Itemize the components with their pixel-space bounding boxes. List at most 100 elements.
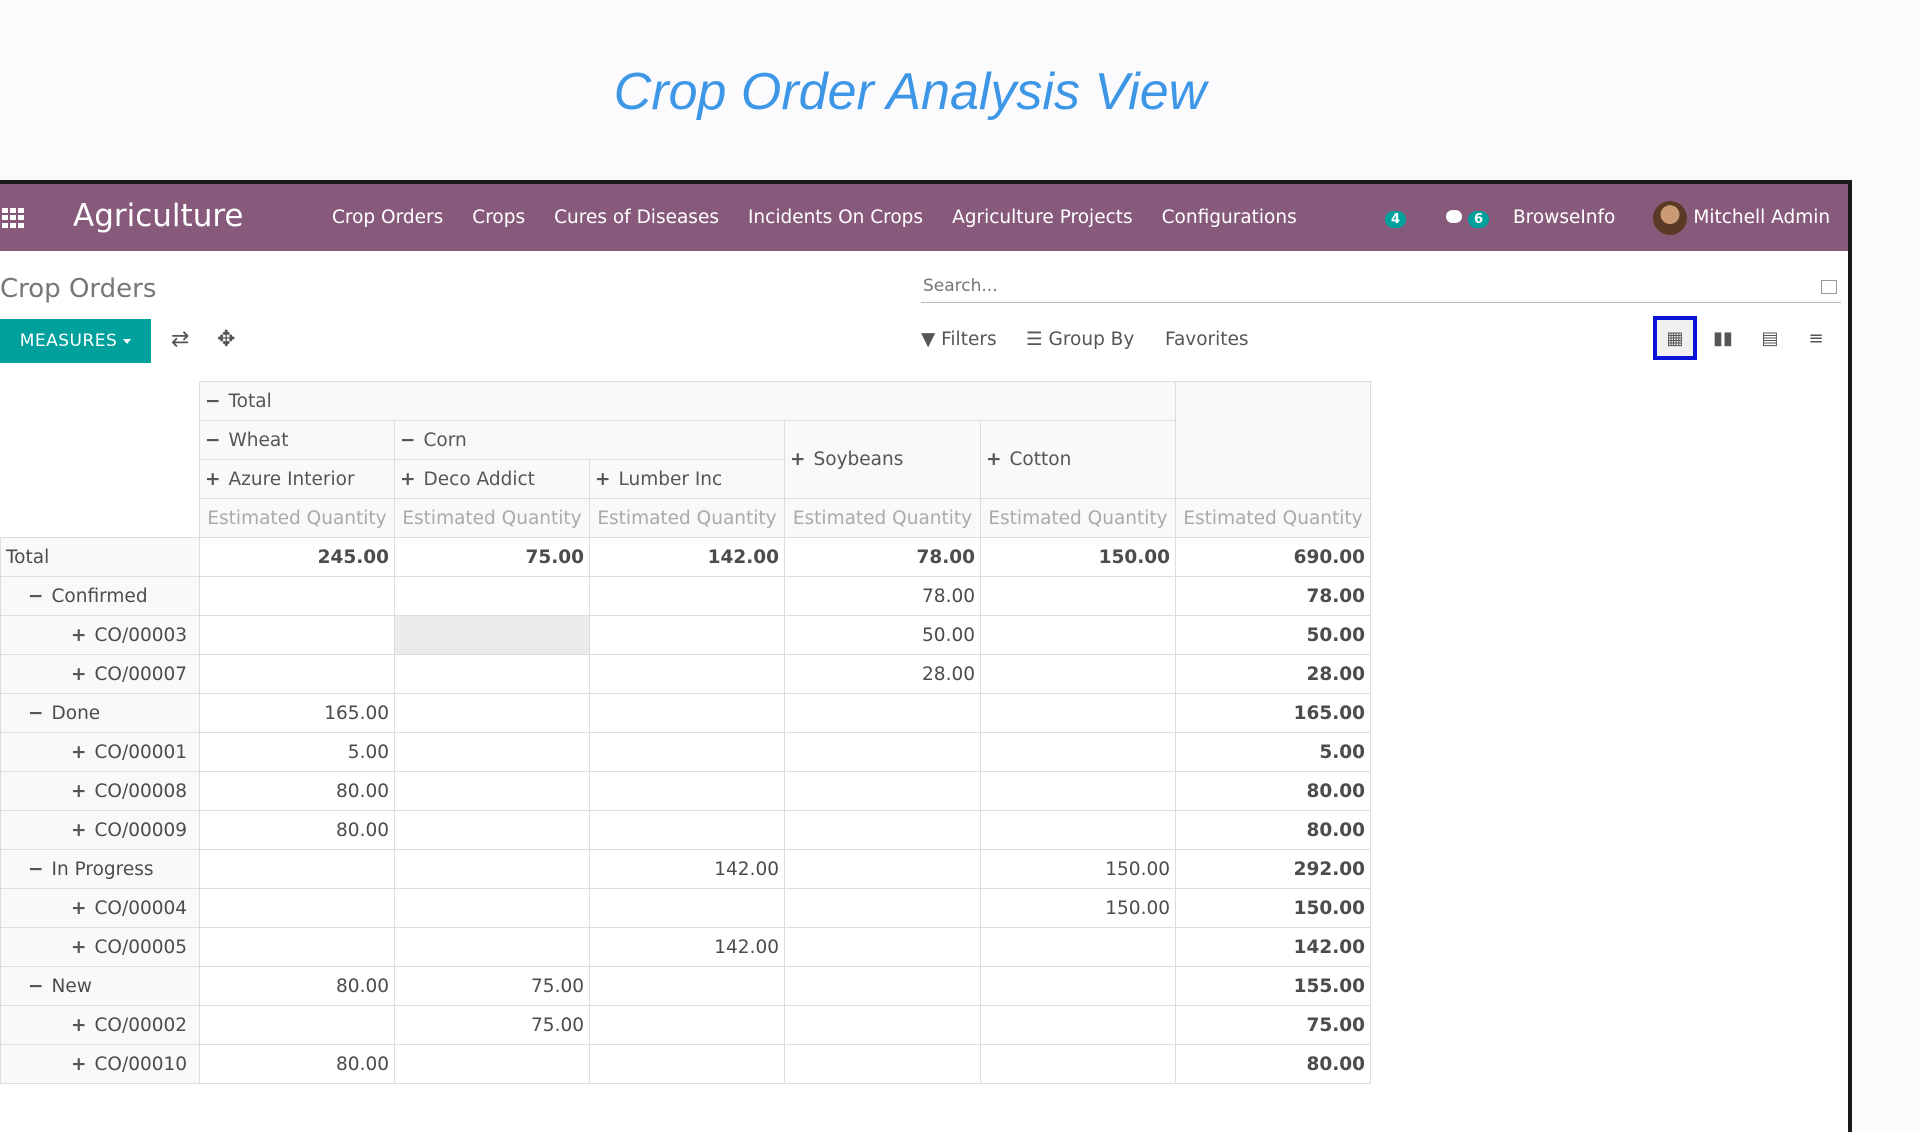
pivot-cell[interactable] [589,654,785,694]
pivot-cell[interactable]: 155.00 [1175,966,1371,1006]
list-view-button[interactable]: ≡ [1794,316,1838,360]
menu-incidents-on-crops[interactable]: Incidents On Crops [748,207,923,228]
pivot-cell[interactable]: 80.00 [1175,771,1371,811]
menu-configurations[interactable]: Configurations [1162,207,1297,228]
menu-cures-of-diseases[interactable]: Cures of Diseases [554,207,719,228]
pivot-cell[interactable]: 80.00 [199,966,395,1006]
pivot-cell[interactable] [784,1044,981,1084]
pivot-cell[interactable] [784,693,981,733]
pivot-cell[interactable] [784,888,981,928]
pivot-row-header[interactable]: + CO/00003 [0,615,200,655]
pivot-cell[interactable] [589,966,785,1006]
pivot-cell[interactable]: 28.00 [784,654,981,694]
pivot-cell[interactable] [394,654,590,694]
pivot-cell[interactable] [394,576,590,616]
pivot-cell[interactable]: 78.00 [1175,576,1371,616]
user-avatar[interactable] [1653,200,1688,235]
pivot-col-header-wheat[interactable]: − Wheat [199,420,395,460]
pivot-cell[interactable]: 75.00 [1175,1005,1371,1045]
pivot-row-header[interactable]: + CO/00004 [0,888,200,928]
pivot-cell[interactable] [980,771,1176,811]
pivot-cell[interactable] [980,1044,1176,1084]
pivot-col-header-lumber-inc[interactable]: + Lumber Inc [589,459,785,499]
pivot-cell[interactable]: 690.00 [1175,537,1371,577]
pivot-cell[interactable]: 75.00 [394,537,590,577]
pivot-cell[interactable] [589,771,785,811]
pivot-cell[interactable] [980,927,1176,967]
pivot-cell[interactable]: 28.00 [1175,654,1371,694]
pivot-cell[interactable]: 142.00 [589,537,785,577]
pivot-row-header[interactable]: − In Progress [0,849,200,889]
calendar-view-button[interactable]: ▤ [1748,316,1792,360]
pivot-row-header[interactable]: + CO/00007 [0,654,200,694]
pivot-cell[interactable]: 292.00 [1175,849,1371,889]
pivot-row-header[interactable]: + CO/00010 [0,1044,200,1084]
pivot-cell[interactable]: 80.00 [199,1044,395,1084]
pivot-cell[interactable] [784,810,981,850]
pivot-cell[interactable] [784,966,981,1006]
menu-crops[interactable]: Crops [472,207,525,228]
pivot-cell[interactable]: 50.00 [1175,615,1371,655]
pivot-cell[interactable]: 75.00 [394,966,590,1006]
pivot-cell[interactable] [394,615,590,655]
search-options-icon[interactable] [1821,280,1837,294]
group-by-button[interactable]: ☰ Group By [1026,329,1134,350]
pivot-cell[interactable]: 150.00 [980,537,1176,577]
pivot-cell[interactable] [589,693,785,733]
pivot-row-header[interactable]: + CO/00008 [0,771,200,811]
pivot-col-header-deco-addict[interactable]: + Deco Addict [394,459,590,499]
user-menu[interactable]: Mitchell Admin [1693,207,1830,228]
filters-button[interactable]: ▼ Filters [921,329,997,350]
pivot-cell[interactable] [784,1005,981,1045]
flip-axis-icon[interactable]: ⇄ [171,327,189,352]
pivot-cell[interactable] [394,771,590,811]
pivot-cell[interactable] [589,888,785,928]
pivot-col-header-azure-interior[interactable]: + Azure Interior [199,459,395,499]
app-title[interactable]: Agriculture [73,198,244,234]
pivot-col-header-soybeans[interactable]: + Soybeans [784,420,981,499]
pivot-cell[interactable]: 78.00 [784,576,981,616]
pivot-row-header[interactable]: Total [0,537,200,577]
pivot-cell[interactable]: 5.00 [1175,732,1371,772]
pivot-cell[interactable] [199,888,395,928]
activity-button[interactable]: 4 [1385,207,1407,228]
pivot-cell[interactable] [980,1005,1176,1045]
measure-header[interactable]: Estimated Quantity [784,498,981,538]
menu-agriculture-projects[interactable]: Agriculture Projects [952,207,1133,228]
pivot-cell[interactable] [784,927,981,967]
pivot-row-header[interactable]: + CO/00005 [0,927,200,967]
pivot-cell[interactable] [980,615,1176,655]
graph-view-button[interactable]: ▮▮ [1701,316,1745,360]
pivot-cell[interactable] [980,966,1176,1006]
pivot-cell[interactable] [784,771,981,811]
pivot-cell[interactable] [394,927,590,967]
expand-all-icon[interactable]: ✥ [217,327,235,352]
pivot-cell[interactable]: 142.00 [589,849,785,889]
pivot-row-header[interactable]: − Confirmed [0,576,200,616]
pivot-cell[interactable] [589,1005,785,1045]
pivot-col-header-cotton[interactable]: + Cotton [980,420,1176,499]
pivot-cell[interactable]: 165.00 [199,693,395,733]
measure-header[interactable]: Estimated Quantity [394,498,590,538]
pivot-col-header-corn[interactable]: − Corn [394,420,785,460]
company-switcher[interactable]: BrowseInfo [1513,207,1615,228]
search-input[interactable] [921,272,1785,297]
pivot-cell[interactable] [589,1044,785,1084]
pivot-cell[interactable] [199,849,395,889]
measure-header[interactable]: Estimated Quantity [1175,498,1371,538]
pivot-cell[interactable]: 80.00 [1175,810,1371,850]
pivot-cell[interactable] [980,693,1176,733]
pivot-cell[interactable] [980,810,1176,850]
favorites-button[interactable]: Favorites [1165,329,1249,350]
pivot-cell[interactable] [980,732,1176,772]
apps-menu-icon[interactable] [2,208,26,228]
pivot-cell[interactable] [980,576,1176,616]
measure-header[interactable]: Estimated Quantity [980,498,1176,538]
pivot-cell[interactable] [199,927,395,967]
pivot-cell[interactable]: 80.00 [199,810,395,850]
pivot-cell[interactable] [394,810,590,850]
pivot-row-header[interactable]: + CO/00001 [0,732,200,772]
pivot-row-header[interactable]: − Done [0,693,200,733]
pivot-cell[interactable]: 150.00 [980,849,1176,889]
pivot-cell[interactable]: 80.00 [1175,1044,1371,1084]
